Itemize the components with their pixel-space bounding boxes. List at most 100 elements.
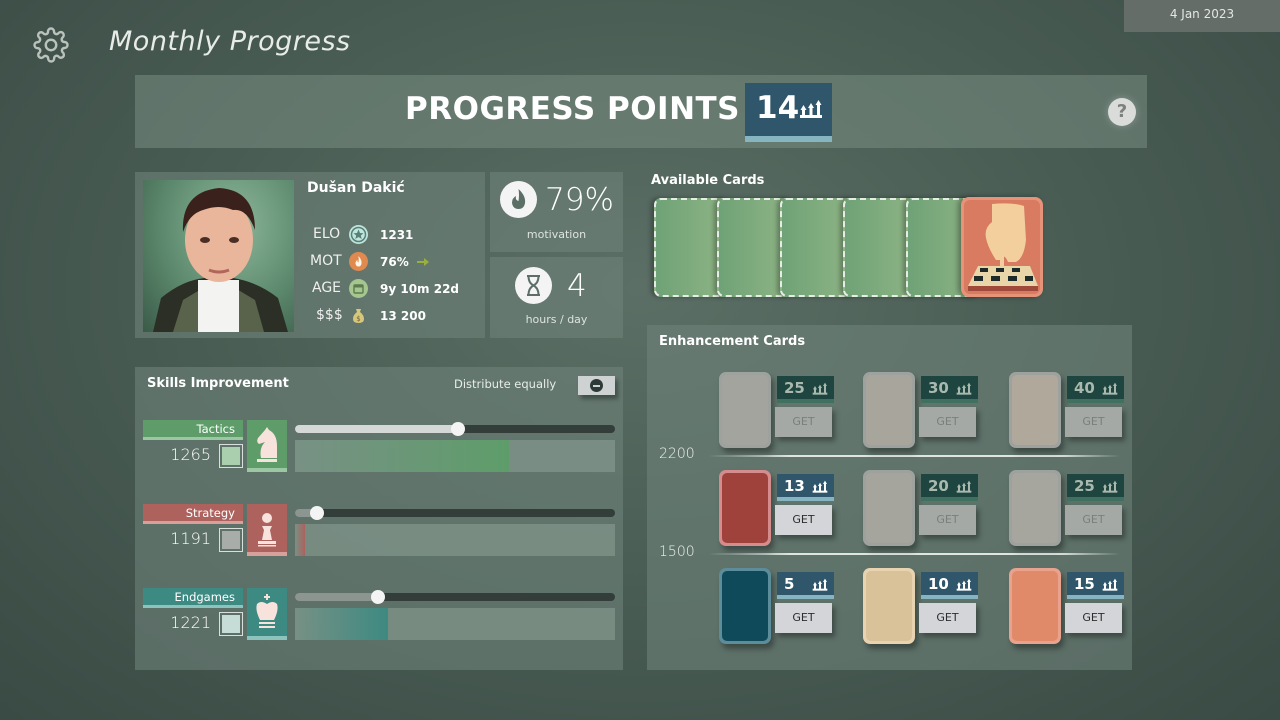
available-card[interactable] [961, 197, 1043, 297]
progress-arrows-icon [1102, 382, 1118, 396]
card-cost-badge: 15 [1067, 572, 1124, 599]
enhancement-card[interactable] [863, 568, 915, 644]
portrait-illustration [153, 188, 288, 332]
card-cost: 25 [1074, 477, 1095, 495]
get-card-button[interactable]: GET [1065, 603, 1122, 633]
enhancement-card[interactable] [1009, 372, 1061, 448]
progress-arrows-icon [956, 578, 972, 592]
progress-fill [295, 524, 305, 556]
motivation-panel: 79% motivation [490, 172, 623, 252]
skill-lock-checkbox[interactable] [219, 528, 243, 552]
slider-handle[interactable] [451, 422, 466, 436]
knight-icon [247, 420, 287, 472]
card-art [866, 473, 912, 543]
enhancement-card[interactable] [863, 372, 915, 448]
skill-elo: 1191 [170, 529, 211, 548]
distribute-label: Distribute equally [454, 377, 557, 391]
skill-lock-checkbox[interactable] [219, 444, 243, 468]
skill-elo: 1221 [170, 613, 211, 632]
skill-row-endgames: Endgames 1221 [143, 588, 615, 644]
player-name: Dušan Dakić [307, 180, 405, 196]
skills-title: Skills Improvement [147, 376, 289, 391]
get-card-button[interactable]: GET [775, 407, 832, 437]
skill-lock-checkbox[interactable] [219, 612, 243, 636]
enhancement-card[interactable] [1009, 470, 1061, 546]
tier-divider [708, 553, 1120, 555]
card-cost-badge: 40 [1067, 376, 1124, 403]
arrow-right-icon [417, 258, 429, 266]
card-hand-chess-art [964, 200, 1040, 294]
skill-row-strategy: Strategy 1191 [143, 504, 615, 560]
card-cost-badge: 25 [777, 376, 834, 403]
help-button[interactable]: ? [1108, 98, 1136, 126]
stat-label: $$$ [316, 307, 343, 323]
enhancement-card[interactable] [719, 470, 771, 546]
progress-arrows-icon [1102, 480, 1118, 494]
skill-name: Endgames [143, 588, 243, 608]
tier-label-1500: 1500 [659, 544, 695, 560]
calendar-icon [349, 279, 368, 298]
gear-icon[interactable] [33, 27, 69, 63]
slider-fill [295, 425, 459, 433]
stat-value: 76% [380, 255, 409, 269]
player-stats: ELO 1231 MOT 76% AGE 9y 10m 22d $$$ $ 13… [307, 224, 487, 332]
skill-progress-bar [295, 524, 615, 556]
card-art [722, 473, 768, 543]
progress-fill [295, 440, 510, 472]
get-card-button[interactable]: GET [775, 603, 832, 633]
progress-arrows-icon [812, 480, 828, 494]
get-card-button[interactable]: GET [919, 603, 976, 633]
card-cost-badge: 13 [777, 474, 834, 501]
svg-text:$: $ [356, 315, 360, 323]
card-art [1012, 375, 1058, 445]
hours-value: 4 [567, 268, 587, 304]
skill-name: Strategy [143, 504, 243, 524]
enhancement-card[interactable] [1009, 568, 1061, 644]
page-title: Monthly Progress [109, 26, 351, 57]
stat-age: AGE 9y 10m 22d [307, 278, 487, 300]
get-card-button[interactable]: GET [1065, 505, 1122, 535]
enhancement-card[interactable] [719, 372, 771, 448]
enhancement-card[interactable] [863, 470, 915, 546]
progress-points-label: PROGRESS POINTS [405, 91, 741, 127]
slider-fill [295, 593, 379, 601]
get-card-button[interactable]: GET [1065, 407, 1122, 437]
get-card-button[interactable]: GET [775, 505, 832, 535]
tier-divider [708, 455, 1120, 457]
card-cost: 10 [928, 575, 949, 593]
tier-label-2200: 2200 [659, 446, 695, 462]
enhancement-title: Enhancement Cards [659, 334, 806, 349]
card-cost: 40 [1074, 379, 1095, 397]
get-card-button[interactable]: GET [919, 407, 976, 437]
stat-value: 13 200 [380, 309, 426, 323]
motivation-value: 79% [545, 182, 614, 218]
stat-value: 1231 [380, 228, 414, 242]
stat-label: MOT [310, 253, 342, 269]
progress-arrows-icon [812, 578, 828, 592]
progress-points-badge: 14 [745, 83, 832, 142]
progress-arrows-icon [956, 382, 972, 396]
card-art [1012, 571, 1058, 641]
enhancement-card[interactable] [719, 568, 771, 644]
slider-handle[interactable] [310, 506, 325, 520]
progress-arrows-icon [956, 480, 972, 494]
skill-slider[interactable] [295, 506, 615, 520]
get-card-button[interactable]: GET [919, 505, 976, 535]
current-date: 4 Jan 2023 [1124, 0, 1280, 32]
card-cost: 20 [928, 477, 949, 495]
card-art [722, 571, 768, 641]
stat-label: ELO [313, 226, 341, 242]
distribute-equally-toggle[interactable] [578, 376, 615, 395]
skill-slider[interactable] [295, 590, 615, 604]
card-cost-badge: 5 [777, 572, 834, 599]
card-cost-badge: 10 [921, 572, 978, 599]
card-art [866, 571, 912, 641]
progress-points-value: 14 [756, 90, 800, 126]
card-cost: 15 [1074, 575, 1095, 593]
progress-fill [295, 608, 388, 640]
slider-handle[interactable] [371, 590, 386, 604]
skill-slider[interactable] [295, 422, 615, 436]
card-cost-badge: 30 [921, 376, 978, 403]
card-cost: 5 [784, 575, 795, 593]
star-icon [349, 225, 368, 244]
